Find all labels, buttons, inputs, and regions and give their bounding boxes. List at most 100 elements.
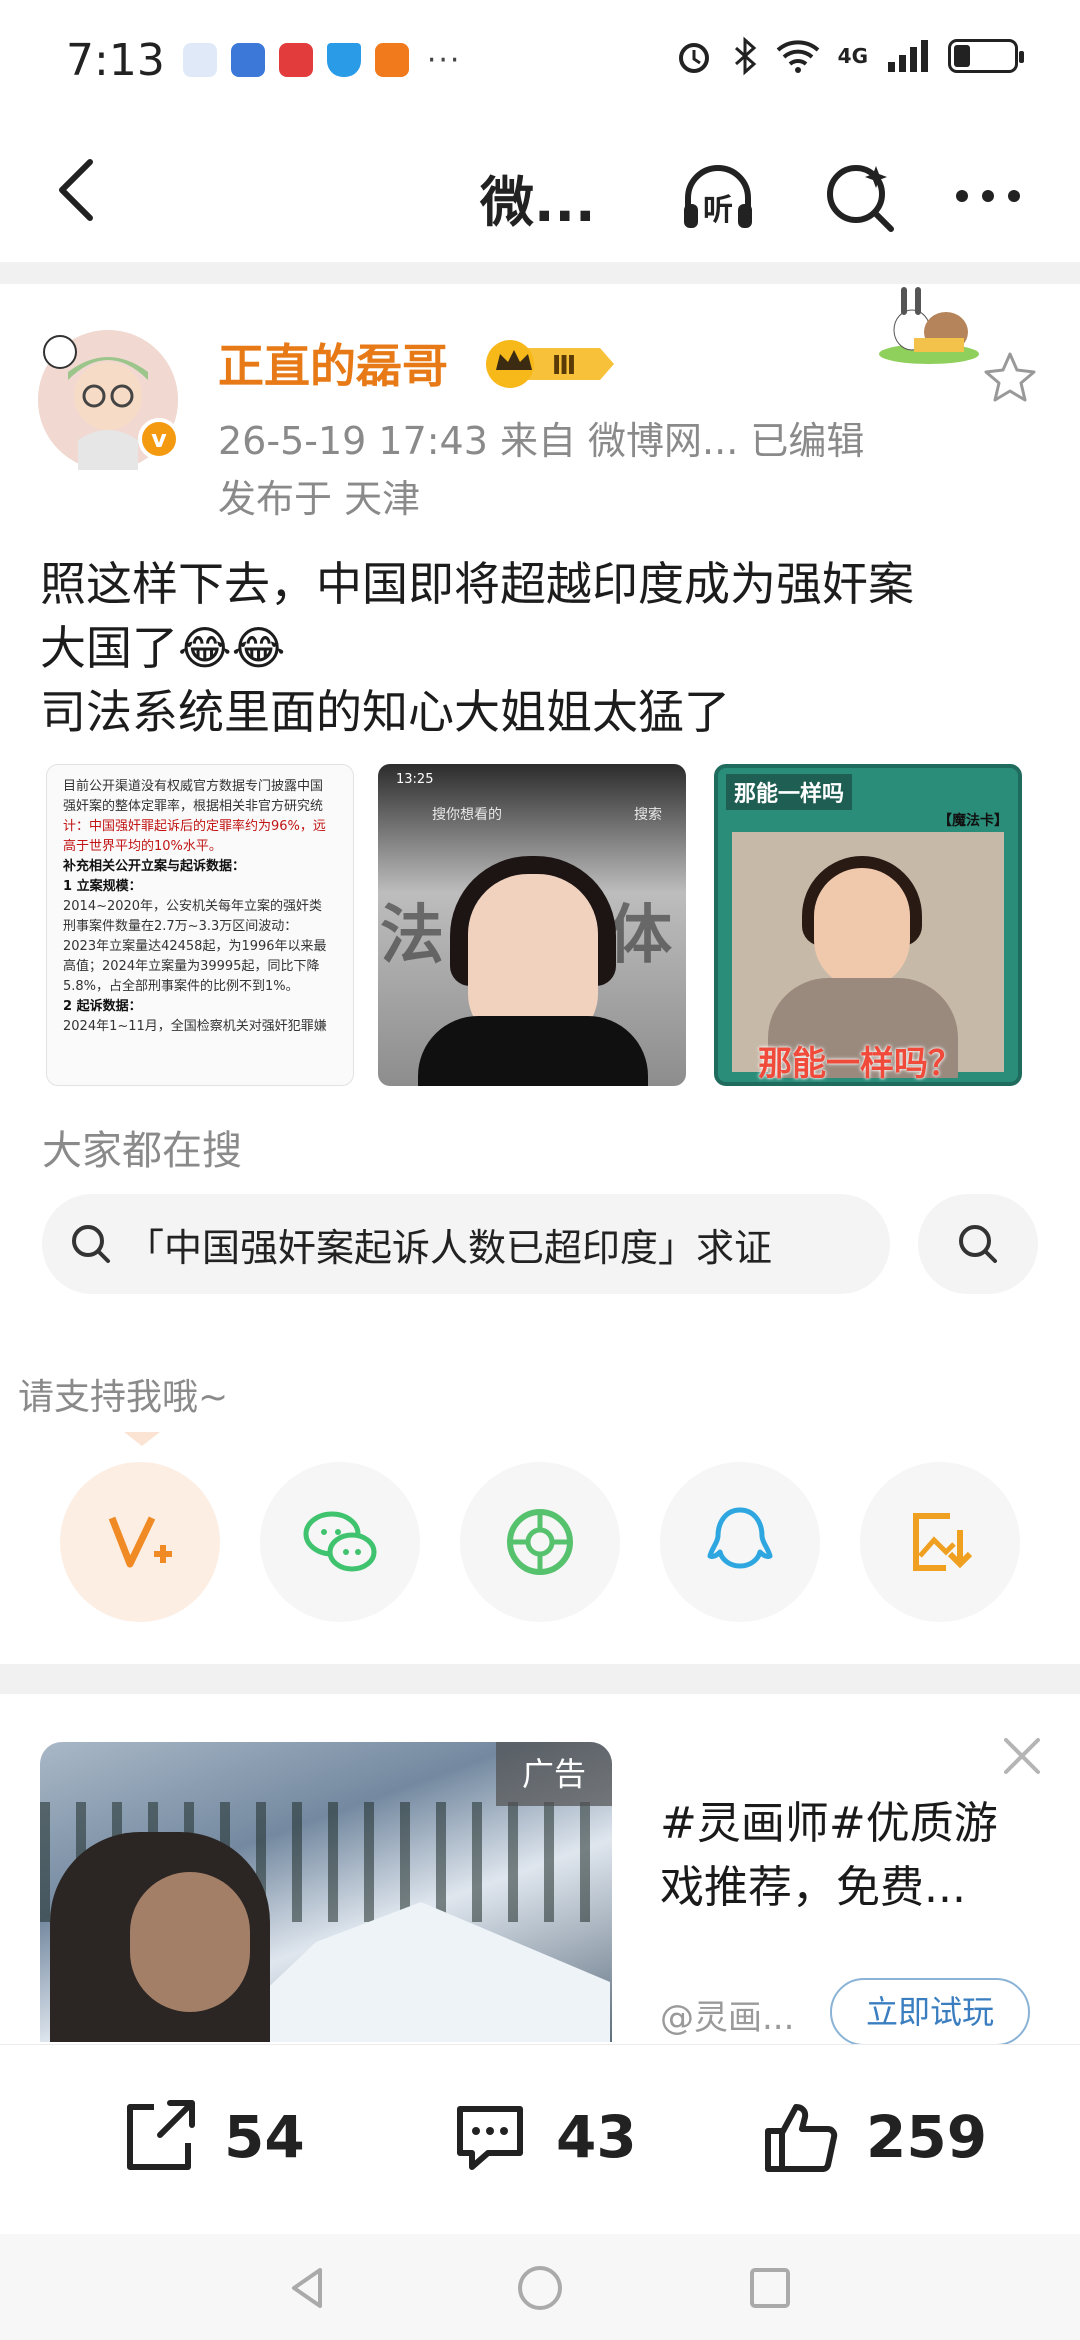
doc-line: 高值；2024年立案量为39995起，同比下降 bbox=[63, 959, 320, 974]
app-notification-icon bbox=[230, 43, 265, 77]
card-title: 那能一样吗 bbox=[726, 774, 853, 810]
comment-button[interactable]: 43 bbox=[446, 2093, 637, 2181]
status-bar: 7:13 ··· 4G bbox=[0, 0, 1080, 120]
wechat-icon bbox=[303, 1511, 377, 1572]
post-text-line: 司法系统里面的知心大姐姐太猛了 bbox=[40, 685, 730, 739]
section-divider bbox=[0, 1664, 1080, 1694]
repost-count: 54 bbox=[224, 2103, 305, 2171]
image-search-bar: 搜你想看的 搜索 bbox=[392, 800, 672, 830]
image-search-placeholder: 搜你想看的 bbox=[432, 807, 502, 823]
alarm-icon bbox=[678, 43, 709, 73]
verified-badge: v bbox=[138, 418, 180, 460]
app-notification-icon bbox=[278, 43, 313, 77]
post-image-document[interactable]: 目前公开渠道没有权威官方数据专门披露中国 强奸案的整体定罪率，根据相关非官方研究… bbox=[46, 764, 354, 1086]
v-plus-icon bbox=[108, 1516, 172, 1568]
post-text-line: 大国了😂😂 bbox=[40, 621, 286, 675]
user-name[interactable]: 正直的磊哥 bbox=[218, 330, 448, 396]
doc-line: 强奸案的整体定罪率，根据相关非官方研究统 bbox=[63, 799, 324, 814]
doc-line: 2 起诉数据： bbox=[63, 999, 142, 1014]
support-label: 请支持我哦~ bbox=[18, 1377, 229, 1418]
comment-icon bbox=[457, 2106, 523, 2170]
trending-search-pill[interactable]: 「中国强奸案起诉人数已超印度」求证 bbox=[42, 1194, 890, 1294]
ad-title-line: #灵画师#优质游 bbox=[660, 1798, 998, 1849]
more-notifications-icon: ··· bbox=[426, 42, 462, 78]
support-v-plus-button[interactable] bbox=[60, 1462, 220, 1622]
favorite-star-icon[interactable] bbox=[982, 350, 1038, 406]
status-indicators: 4G bbox=[674, 36, 1024, 76]
ad-badge: 广告 bbox=[496, 1742, 612, 1806]
post-text: 照这样下去，中国即将超越印度成为强奸案 大国了😂😂 司法系统里面的知心大姐姐太猛… bbox=[40, 552, 1040, 744]
share-wechat-button[interactable] bbox=[260, 1462, 420, 1622]
repost-icon bbox=[127, 2100, 195, 2170]
ad-title[interactable]: #灵画师#优质游 戏推荐，免费... bbox=[660, 1792, 1040, 1920]
doc-line: 补充相关公开立案与起诉数据： bbox=[63, 859, 246, 874]
vip-level-badge[interactable]: Ⅲ bbox=[484, 336, 616, 390]
post-action-bar: 54 43 259 bbox=[0, 2044, 1080, 2234]
doc-line: 计：中国强奸罪起诉后的定罪率约为96%，远 bbox=[63, 819, 326, 834]
post-image-news-screenshot[interactable]: 13:25 搜你想看的 搜索 法院媒体 bbox=[378, 764, 686, 1086]
system-navigation-bar bbox=[0, 2234, 1080, 2340]
trending-search-query: 「中国强奸案起诉人数已超印度」求证 bbox=[126, 1225, 773, 1270]
doc-line: 2014~2020年，公安机关每年立案的强奸类 bbox=[63, 899, 323, 914]
shield-icon bbox=[326, 43, 361, 77]
home-circle-icon[interactable] bbox=[512, 2260, 568, 2316]
search-icon[interactable] bbox=[818, 154, 902, 238]
back-icon[interactable] bbox=[40, 150, 120, 230]
like-button[interactable]: 259 bbox=[756, 2093, 987, 2181]
repost-button[interactable]: 54 bbox=[114, 2093, 305, 2181]
save-image-icon bbox=[913, 1513, 973, 1571]
back-triangle-icon[interactable] bbox=[280, 2260, 336, 2316]
listen-button[interactable]: 听 bbox=[676, 154, 760, 238]
vip-level: Ⅲ bbox=[552, 351, 577, 381]
wifi-icon bbox=[776, 40, 819, 73]
headphones-icon: 听 bbox=[684, 165, 752, 228]
crown-icon: Ⅲ bbox=[486, 340, 614, 388]
nav-bar: 微... 听 bbox=[0, 120, 1080, 260]
qq-icon bbox=[707, 1507, 773, 1569]
ad-cta-button[interactable]: 立即试玩 bbox=[830, 1978, 1030, 2046]
share-qq-button[interactable] bbox=[660, 1462, 820, 1622]
image-search-button: 搜索 bbox=[634, 807, 662, 823]
battery-icon bbox=[948, 39, 1024, 73]
search-icon bbox=[959, 1225, 997, 1263]
page-title: 微... bbox=[480, 171, 596, 234]
share-moments-button[interactable] bbox=[460, 1462, 620, 1622]
comment-count: 43 bbox=[556, 2103, 637, 2171]
close-icon[interactable] bbox=[1000, 1734, 1044, 1778]
app-notification-icon bbox=[374, 43, 409, 77]
more-icon[interactable] bbox=[946, 154, 1030, 238]
doc-line: 目前公开渠道没有权威官方数据专门披露中国 bbox=[63, 779, 324, 794]
trending-search-label: 大家都在搜 bbox=[42, 1128, 242, 1174]
status-app-icons: ··· bbox=[182, 42, 462, 78]
ad-image[interactable]: 广告 bbox=[40, 1742, 612, 2042]
more-search-button[interactable] bbox=[918, 1194, 1038, 1294]
thumbs-up-icon bbox=[765, 2104, 838, 2172]
doc-line: 2024年1~11月，全国检察机关对强奸犯罪嫌 bbox=[63, 1019, 327, 1034]
ad-source: @灵画... bbox=[660, 1998, 795, 2038]
support-pointer bbox=[124, 1432, 160, 1446]
doc-line: 2023年立案量达42458起，为1996年以来最 bbox=[63, 939, 327, 954]
ad-title-line: 戏推荐，免费... bbox=[660, 1862, 966, 1913]
listen-label: 听 bbox=[703, 193, 733, 228]
card-person-face bbox=[814, 868, 910, 988]
status-time: 7:13 bbox=[66, 34, 165, 86]
save-image-button[interactable] bbox=[860, 1462, 1020, 1622]
doc-line: 5.8%，占全部刑事案件的比例不到1%。 bbox=[63, 979, 299, 994]
like-count: 259 bbox=[866, 2103, 988, 2171]
post-image-grid: 目前公开渠道没有权威官方数据专门披露中国 强奸案的整体定罪率，根据相关非官方研究… bbox=[46, 764, 1040, 1086]
post-text-line: 照这样下去，中国即将超越印度成为强奸案 bbox=[40, 557, 914, 611]
image-person-body bbox=[418, 1016, 648, 1086]
signal-icon bbox=[888, 40, 928, 72]
search-icon bbox=[72, 1225, 110, 1263]
moments-icon bbox=[507, 1509, 573, 1575]
post-location: 发布于 天津 bbox=[218, 477, 421, 521]
network-type: 4G bbox=[837, 44, 868, 68]
card-subtitle: 【魔法卡】 bbox=[938, 813, 1008, 829]
header-divider bbox=[0, 262, 1080, 284]
doc-line: 高于世界平均的10%水平。 bbox=[63, 839, 222, 854]
post-image-meme-card[interactable]: 那能一样吗 【魔法卡】 那能一样吗？ bbox=[714, 764, 1022, 1086]
app-notification-icon bbox=[182, 43, 217, 77]
post-meta: 26-5-19 17:43 来自 微博网... 已编辑 bbox=[218, 419, 865, 463]
doc-line: 1 立案规模： bbox=[63, 879, 142, 894]
recents-square-icon[interactable] bbox=[742, 2260, 798, 2316]
